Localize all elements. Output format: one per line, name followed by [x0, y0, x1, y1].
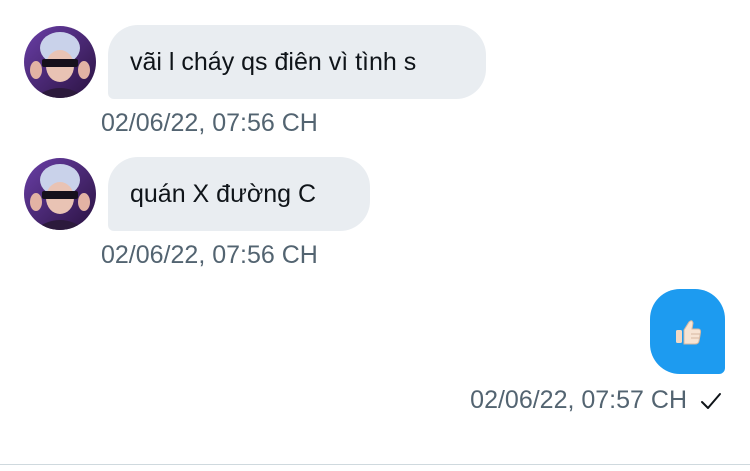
check-icon: [701, 393, 721, 409]
message-text: quán X đường C: [130, 180, 317, 208]
thumbs-up-emoji-icon: [675, 319, 701, 344]
incoming-message-bubble[interactable]: vãi l cháy qs điên vì tình s: [108, 25, 486, 99]
sender-avatar[interactable]: [24, 158, 96, 230]
message-timestamp: 02/06/22, 07:56 CH: [101, 109, 318, 137]
message-timestamp: 02/06/22, 07:56 CH: [101, 241, 318, 269]
message-timestamp: 02/06/22, 07:57 CH: [470, 386, 687, 414]
outgoing-message-bubble[interactable]: [650, 289, 725, 374]
avatar-photo-icon: [24, 26, 96, 98]
avatar-photo-icon: [24, 158, 96, 230]
divider: [0, 464, 750, 465]
message-text: vãi l cháy qs điên vì tình s: [130, 48, 417, 76]
incoming-message-bubble[interactable]: quán X đường C: [108, 157, 370, 231]
sender-avatar[interactable]: [24, 26, 96, 98]
